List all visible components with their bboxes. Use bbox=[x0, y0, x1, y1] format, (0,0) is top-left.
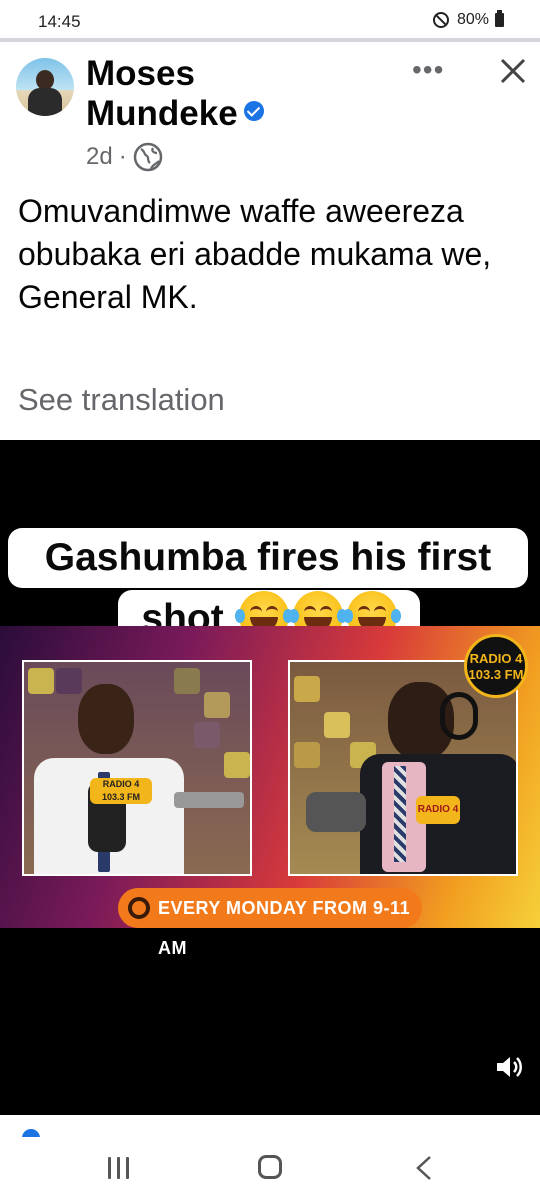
author-name[interactable]: Moses Mundeke bbox=[86, 54, 306, 134]
verified-badge-icon bbox=[243, 101, 264, 121]
meta-separator: · bbox=[118, 143, 127, 170]
schedule-banner: EVERY MONDAY FROM 9-11 AM bbox=[118, 888, 422, 958]
globe-icon[interactable] bbox=[133, 142, 163, 172]
banner-text: EVERY MONDAY FROM 9-11 AM bbox=[158, 898, 411, 958]
do-not-disturb-icon bbox=[432, 12, 449, 28]
reactions-summary[interactable] bbox=[0, 1115, 540, 1137]
author-last-name[interactable]: Mundeke bbox=[86, 94, 238, 133]
status-bar: 14:45 80% bbox=[0, 0, 540, 40]
more-options-icon[interactable]: ••• bbox=[412, 56, 444, 84]
guest-panel: RADIO 4 103.3 FM bbox=[22, 660, 252, 876]
close-icon[interactable] bbox=[498, 56, 528, 86]
radio-station-logo: RADIO 4 103.3 FM bbox=[464, 634, 528, 698]
video-player[interactable]: Gashumba fires his first shot RADIO 4 103… bbox=[0, 440, 540, 1115]
video-frame: RADIO 4 103.3 FM RADIO 4 RADIO 4 103.3 FM … bbox=[0, 626, 540, 958]
speaker-icon[interactable] bbox=[494, 1052, 524, 1082]
author-first-name[interactable]: Moses bbox=[86, 54, 195, 93]
battery-percentage: 80% bbox=[456, 11, 489, 28]
panel-logo-right: RADIO 4 bbox=[416, 796, 460, 824]
recent-apps-icon[interactable] bbox=[108, 1157, 132, 1179]
post-age[interactable]: 2d bbox=[86, 143, 113, 171]
post-text: Omuvandimwe waffe aweereza obubaka eri a… bbox=[18, 193, 492, 315]
battery-icon bbox=[495, 10, 504, 27]
banner-record-icon bbox=[128, 897, 150, 919]
status-time: 14:45 bbox=[38, 12, 81, 31]
system-nav-bar bbox=[0, 1137, 540, 1200]
post-meta: 2d · bbox=[86, 142, 163, 172]
home-icon[interactable] bbox=[258, 1155, 282, 1179]
post-header: Moses Mundeke 2d · ••• bbox=[0, 42, 540, 182]
video-caption-line1: Gashumba fires his first bbox=[8, 528, 528, 588]
see-translation-link[interactable]: See translation bbox=[18, 382, 225, 418]
status-icons: 80% bbox=[432, 10, 504, 29]
avatar[interactable] bbox=[16, 58, 74, 116]
like-reaction-icon bbox=[22, 1129, 40, 1137]
panel-logo-left: RADIO 4 103.3 FM bbox=[90, 778, 152, 804]
back-icon[interactable] bbox=[414, 1155, 434, 1181]
